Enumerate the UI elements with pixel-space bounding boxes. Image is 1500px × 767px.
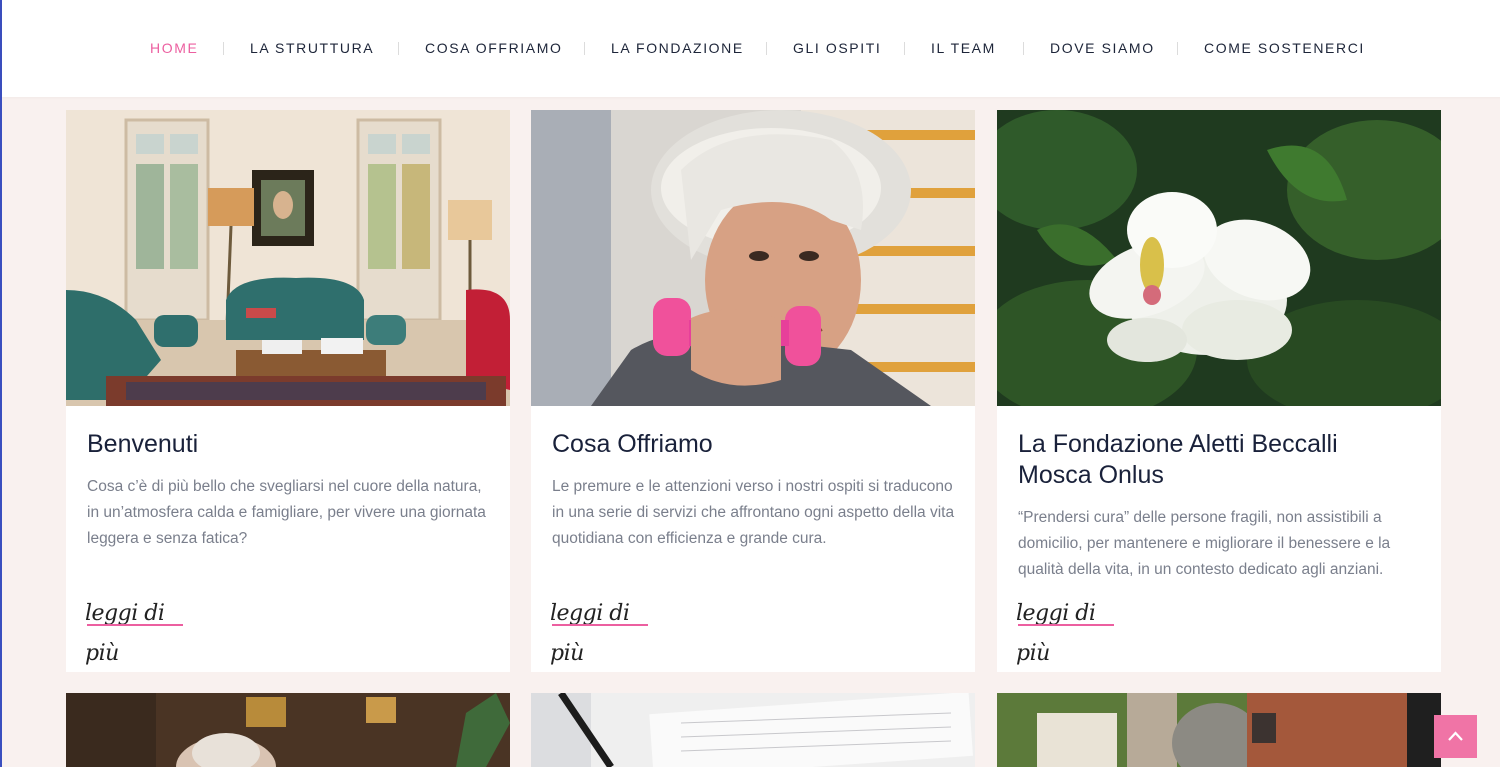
card-cosa-offriamo: Cosa Offriamo Le premure e le attenzioni…: [531, 110, 975, 672]
nav-home[interactable]: HOME: [150, 38, 198, 58]
nav-divider: [766, 42, 767, 55]
card-description: Le premure e le attenzioni verso i nostr…: [552, 478, 955, 547]
read-more-link[interactable]: leggi di più: [1016, 594, 1126, 666]
card-row2-3-image[interactable]: [997, 693, 1441, 767]
nav-come-sostenerci[interactable]: COME SOSTENERCI: [1204, 38, 1365, 58]
read-more-label: leggi di più: [550, 601, 630, 666]
read-more-underline: [87, 624, 183, 626]
read-more-link[interactable]: leggi di più: [550, 594, 660, 666]
read-more-underline: [1018, 624, 1114, 626]
nav-divider: [1177, 42, 1178, 55]
top-navigation: HOME LA STRUTTURA COSA OFFRIAMO LA FONDA…: [2, 0, 1500, 97]
card-description: Cosa c’è di più bello che svegliarsi nel…: [87, 478, 486, 547]
card-benvenuti: Benvenuti Cosa c’è di più bello che sveg…: [66, 110, 510, 672]
nav-la-struttura[interactable]: LA STRUTTURA: [250, 38, 374, 58]
nav-il-team[interactable]: IL TEAM: [931, 38, 996, 58]
magnolia-flower-image[interactable]: [997, 110, 1441, 406]
living-room-image[interactable]: [66, 110, 510, 406]
nav-cosa-offriamo[interactable]: COSA OFFRIAMO: [425, 38, 562, 58]
chevron-up-icon: [1448, 731, 1463, 741]
read-more-link[interactable]: leggi di più: [85, 594, 195, 666]
card-title: La Fondazione Aletti Beccalli Mosca Onlu…: [1018, 430, 1338, 489]
nav-la-fondazione[interactable]: LA FONDAZIONE: [611, 38, 744, 58]
elderly-woman-exercising-image[interactable]: [531, 110, 975, 406]
nav-gli-ospiti[interactable]: GLI OSPITI: [793, 38, 881, 58]
read-more-label: leggi di più: [1016, 601, 1096, 666]
card-title: Cosa Offriamo: [552, 430, 713, 458]
card-row2-1-image[interactable]: [66, 693, 510, 767]
card-la-fondazione: La Fondazione Aletti Beccalli Mosca Onlu…: [997, 110, 1441, 672]
main-menu: HOME LA STRUTTURA COSA OFFRIAMO LA FONDA…: [2, 38, 1500, 58]
card-description: “Prendersi cura” delle persone fragili, …: [1018, 509, 1391, 578]
nav-divider: [904, 42, 905, 55]
nav-divider: [584, 42, 585, 55]
nav-divider: [398, 42, 399, 55]
nav-divider: [1023, 42, 1024, 55]
card-row2-2-image[interactable]: [531, 693, 975, 767]
nav-dove-siamo[interactable]: DOVE SIAMO: [1050, 38, 1155, 58]
read-more-underline: [552, 624, 648, 626]
nav-divider: [223, 42, 224, 55]
read-more-label: leggi di più: [85, 601, 165, 666]
card-title: Benvenuti: [87, 430, 199, 458]
back-to-top-button[interactable]: [1434, 715, 1477, 758]
